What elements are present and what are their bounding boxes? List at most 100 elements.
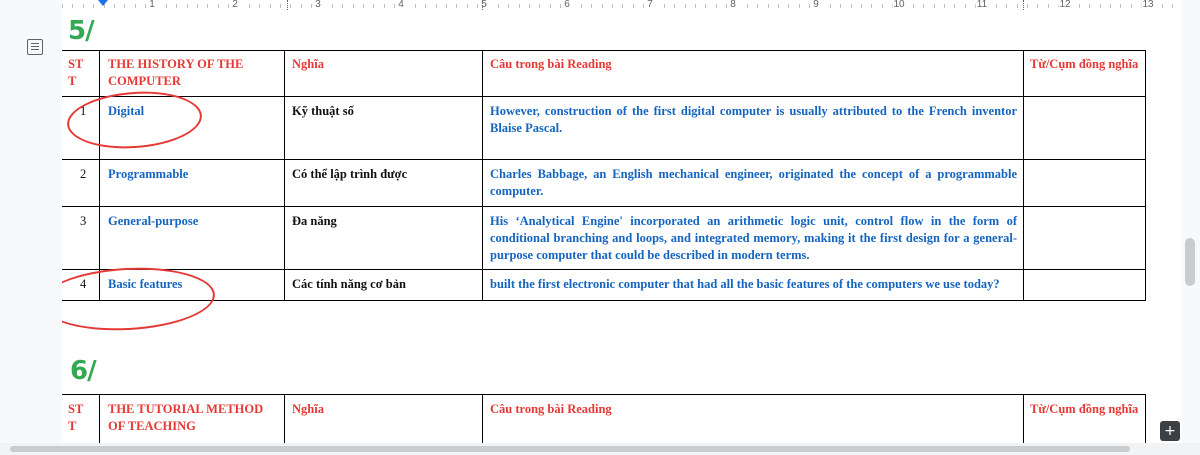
ruler-tick [342, 4, 344, 8]
ruler-tick [228, 4, 229, 8]
column-separator[interactable] [482, 0, 485, 10]
horizontal-ruler[interactable]: 1 2 3 4 5 6 7 8 9 10 11 12 13 [62, 0, 1182, 11]
ruler-tick [549, 4, 551, 8]
ruler-tick [72, 4, 74, 8]
ruler-tick [269, 4, 271, 8]
add-comment-icon[interactable]: + [1160, 421, 1180, 441]
ruler-tick [1172, 4, 1174, 8]
header-meaning: Nghĩa [292, 57, 324, 71]
ruler-number: 4 [397, 0, 405, 10]
ruler-tick [62, 4, 63, 8]
horizontal-scrollbar[interactable] [0, 443, 1200, 455]
vertical-scrollbar[interactable] [1182, 10, 1200, 445]
ruler-tick [622, 4, 624, 8]
ruler-tick [881, 4, 883, 8]
ruler-tick [850, 4, 852, 8]
row-1-sentence: However, construction of the first digit… [490, 104, 1017, 135]
ruler-tick [1016, 4, 1018, 8]
ruler-tick [528, 4, 530, 8]
ruler-number: 9 [812, 0, 820, 10]
ruler-tick [643, 4, 644, 8]
section-number: 6/ [70, 356, 97, 386]
ruler-tick [425, 4, 427, 8]
ruler-tick [497, 4, 499, 8]
ruler-tick [912, 4, 914, 8]
column-separator[interactable] [1023, 0, 1026, 10]
ruler-tick [1120, 4, 1122, 8]
ruler-tick [217, 4, 219, 8]
row-1-meaning: Kỹ thuật số [292, 104, 354, 118]
ruler-number: 7 [646, 0, 654, 10]
ruler-tick [809, 4, 810, 8]
header-sentence: Câu trong bài Reading [490, 402, 612, 416]
ruler-tick [746, 4, 748, 8]
ruler-tick [414, 4, 416, 8]
ruler-tick [93, 4, 95, 8]
ruler-tick [394, 4, 395, 8]
row-3-stt: 3 [80, 214, 87, 228]
document-outline-icon[interactable] [27, 39, 43, 55]
ruler-tick [767, 4, 769, 8]
ruler-tick [186, 4, 188, 8]
ruler-tick [829, 4, 831, 8]
ruler-number: 12 [1058, 0, 1072, 10]
header-sentence: Câu trong bài Reading [490, 57, 612, 71]
horizontal-scroll-thumb[interactable] [10, 446, 1130, 452]
ruler-tick [1130, 4, 1132, 8]
ruler-tick [591, 4, 593, 8]
row-3-term: General-purpose [108, 214, 199, 228]
ruler-number: 11 [975, 0, 989, 10]
ruler-tick [290, 4, 292, 8]
ruler-tick [477, 4, 478, 8]
ruler-tick [964, 4, 966, 8]
ruler-tick [82, 4, 84, 8]
row-2-stt: 2 [80, 167, 87, 181]
red-circle-annotation [65, 87, 204, 153]
ruler-tick [145, 4, 146, 8]
ruler-tick [694, 4, 696, 8]
ruler-tick [466, 4, 468, 8]
section-number: 5/ [68, 16, 95, 46]
header-synonym: Từ/Cụm đồng nghĩa [1030, 57, 1139, 71]
ruler-tick [1099, 4, 1101, 8]
row-3-sentence: His ‘Analytical Engine' incorporated an … [490, 214, 1017, 262]
ruler-tick [954, 4, 956, 8]
ruler-tick [611, 4, 613, 8]
ruler-tick [456, 4, 458, 8]
vertical-scroll-thumb[interactable] [1185, 238, 1195, 286]
ruler-tick [840, 4, 842, 8]
ruler-tick [124, 4, 126, 8]
ruler-tick [113, 4, 115, 8]
ruler-tick [726, 4, 727, 8]
ruler-tick [684, 4, 686, 8]
ruler-number: 6 [563, 0, 571, 10]
ruler-tick [674, 4, 676, 8]
ruler-tick [362, 4, 364, 8]
document-page[interactable]: 5/ ST T THE HISTORY OF THE COMPUTER Nghĩ… [62, 10, 1182, 443]
ruler-number: 13 [1141, 0, 1155, 10]
ruler-tick [757, 4, 759, 8]
ruler-tick [933, 4, 935, 8]
header-topic: THE TUTORIAL METHOD OF TEACHING [108, 402, 264, 433]
ruler-tick [632, 4, 634, 8]
header-meaning: Nghĩa [292, 402, 324, 416]
ruler-number: 3 [314, 0, 322, 10]
ruler-tick [663, 4, 665, 8]
ruler-tick [1109, 4, 1111, 8]
ruler-tick [518, 4, 520, 8]
ruler-tick [445, 4, 447, 8]
column-separator[interactable] [287, 0, 290, 10]
ruler-tick [1161, 4, 1163, 8]
row-2-term: Programmable [108, 167, 189, 181]
ruler-number: 2 [231, 0, 239, 10]
row-3-meaning: Đa năng [292, 214, 337, 228]
ruler-tick [923, 4, 925, 8]
left-gutter [0, 0, 62, 455]
ruler-tick [943, 4, 945, 8]
ruler-tick [207, 4, 209, 8]
header-topic: THE HISTORY OF THE COMPUTER [108, 57, 244, 88]
row-2-sentence: Charles Babbage, an English mechanical e… [490, 167, 1017, 198]
ruler-tick [508, 4, 510, 8]
ruler-tick [331, 4, 333, 8]
ruler-tick [1006, 4, 1008, 8]
